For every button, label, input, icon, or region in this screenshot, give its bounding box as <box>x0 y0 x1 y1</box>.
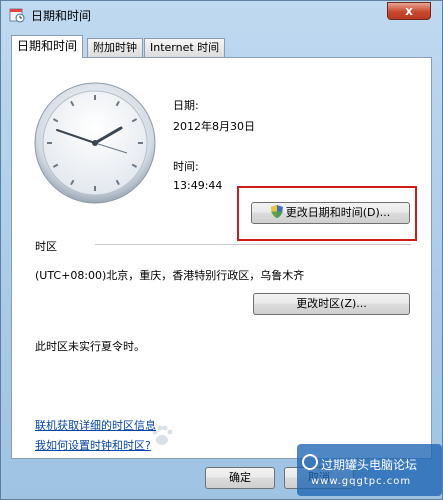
ok-label: 确定 <box>229 471 251 484</box>
watermark-title: 过期罐头电脑论坛 <box>321 458 418 472</box>
analog-clock <box>34 82 156 204</box>
ok-button[interactable]: 确定 <box>205 467 275 489</box>
watermark-url: www.gqgtpc.com <box>311 476 412 487</box>
logo-icon <box>302 454 318 470</box>
time-label: 时间: <box>173 160 199 173</box>
title-bar[interactable]: 日期和时间 x <box>1 1 443 31</box>
date-value: 2012年8月30日 <box>173 120 255 133</box>
date-label: 日期: <box>173 99 199 112</box>
watermark: 过期罐头电脑论坛 www.gqgtpc.com <box>297 444 442 496</box>
change-timezone-button[interactable]: 更改时区(Z)... <box>253 293 410 315</box>
tab-internet-time[interactable]: Internet 时间 <box>144 38 226 57</box>
close-icon: x <box>405 4 413 18</box>
window-title: 日期和时间 <box>31 9 92 23</box>
dst-note: 此时区未实行夏令时。 <box>35 340 145 353</box>
close-button[interactable]: x <box>387 2 431 20</box>
change-timezone-label: 更改时区(Z)... <box>296 297 367 310</box>
date-time-dialog: 日期和时间 x 日期和时间 附加时钟 Internet 时间 日期: 2012年… <box>0 0 443 500</box>
change-date-time-label: 更改日期和时间(D)... <box>285 206 391 219</box>
timezone-divider <box>95 244 411 245</box>
calendar-clock-icon <box>9 8 25 23</box>
timezone-section-label: 时区 <box>35 240 57 253</box>
online-timezone-info-link[interactable]: 联机获取详细的时区信息 <box>35 417 156 433</box>
tab-additional-clocks[interactable]: 附加时钟 <box>87 38 143 57</box>
shield-icon <box>270 205 283 218</box>
time-value: 13:49:44 <box>173 179 223 192</box>
change-date-time-button[interactable]: 更改日期和时间(D)... <box>251 202 410 224</box>
tab-date-time[interactable]: 日期和时间 <box>11 35 84 58</box>
timezone-value: (UTC+08:00)北京，重庆，香港特别行政区，乌鲁木齐 <box>35 269 305 282</box>
how-to-set-clock-link[interactable]: 我如何设置时钟和时区? <box>35 437 151 453</box>
